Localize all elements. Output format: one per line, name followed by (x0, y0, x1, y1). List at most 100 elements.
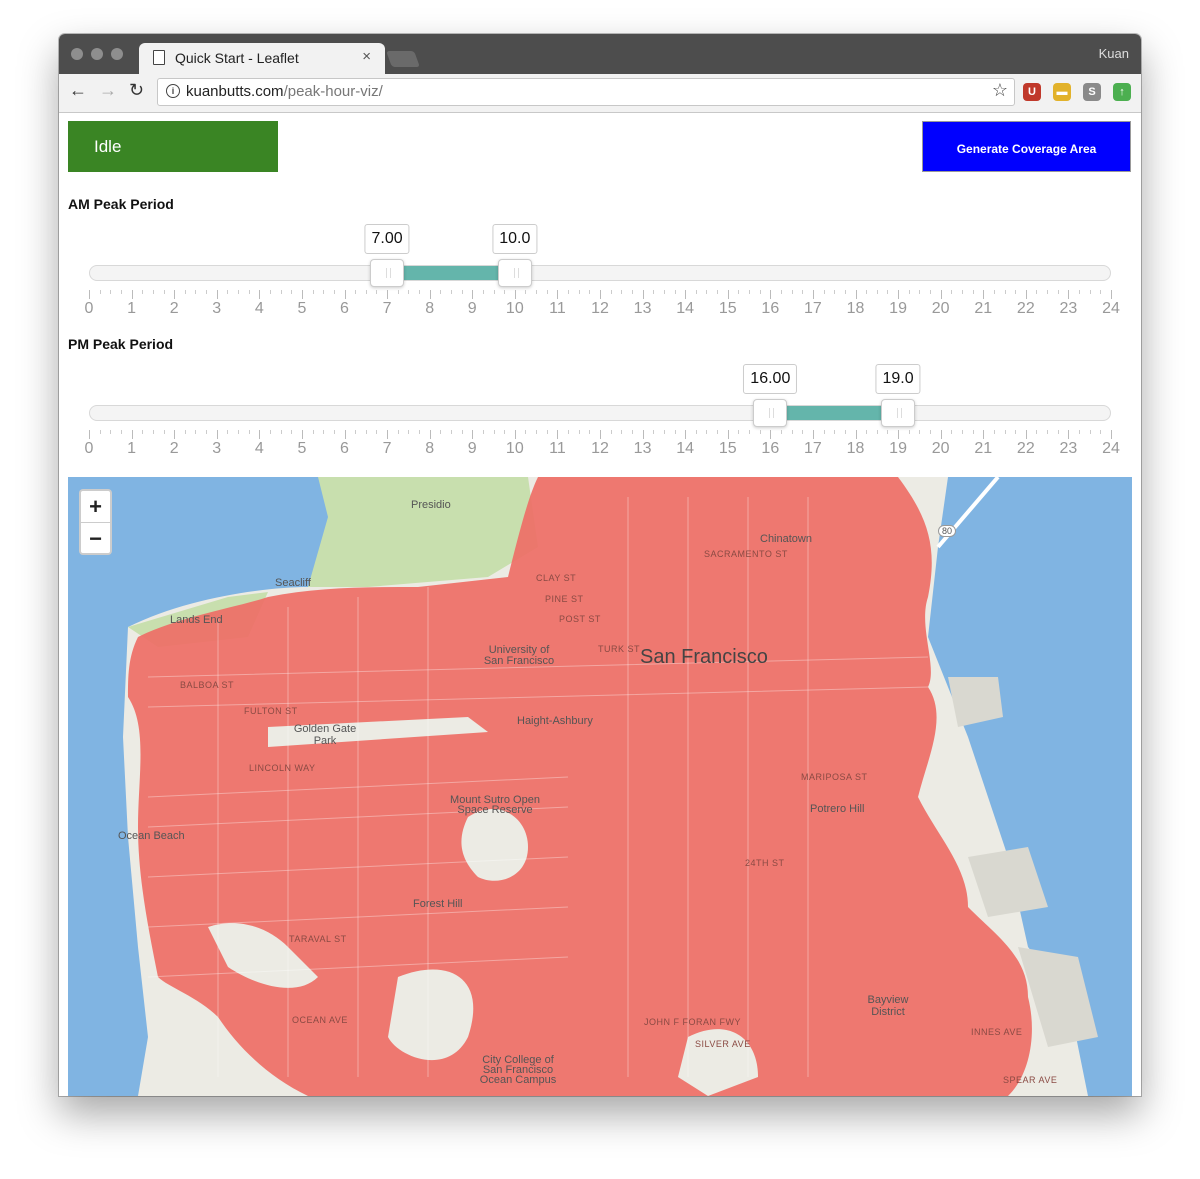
status-indicator: Idle (68, 121, 278, 172)
minor-tick (568, 290, 570, 294)
minor-tick (823, 290, 825, 294)
close-window-icon[interactable] (71, 48, 83, 60)
minor-tick (206, 290, 208, 294)
minor-tick (791, 290, 793, 294)
minor-tick (653, 290, 655, 294)
minor-tick (120, 430, 122, 434)
minor-tick (823, 430, 825, 434)
am-slider-track[interactable] (89, 265, 1111, 281)
minor-tick (408, 290, 410, 294)
am-to-handle[interactable] (497, 259, 532, 287)
back-icon[interactable]: ← (69, 80, 87, 101)
reload-icon[interactable]: ↻ (129, 80, 144, 101)
minor-tick (663, 290, 665, 294)
browser-tab[interactable]: Quick Start - Leaflet × (139, 43, 385, 74)
minor-tick (440, 430, 442, 434)
minor-tick (525, 430, 527, 434)
s-extension-icon[interactable]: S (1083, 83, 1101, 101)
minor-tick (930, 430, 932, 434)
tick-label: 12 (591, 440, 609, 457)
tick-label: 5 (297, 440, 307, 457)
generate-coverage-button[interactable]: Generate Coverage Area (922, 121, 1131, 172)
street-label: SILVER AVE (695, 1039, 751, 1049)
minor-tick (876, 430, 878, 434)
leaflet-map[interactable]: Presidio Chinatown Seacliff Lands End Un… (68, 477, 1132, 1096)
minor-tick (376, 290, 378, 294)
tick-label: 11 (549, 440, 566, 457)
minor-tick (1036, 430, 1038, 434)
pm-peak-slider[interactable]: 16.00 19.0 0 1 2 3 4 5 6 7 8 9 10 11 12 13 14 15 16 17 18 1… (85, 333, 1120, 457)
minor-tick (238, 430, 240, 434)
major-tick (898, 430, 900, 439)
minor-tick (961, 430, 963, 434)
coverage-gap-southwest (388, 969, 474, 1061)
minor-tick (695, 290, 697, 294)
tick-label: 0 (84, 300, 94, 317)
tab-close-icon[interactable]: × (362, 48, 371, 65)
minor-tick (504, 430, 506, 434)
minor-tick (163, 430, 165, 434)
pm-from-handle[interactable] (753, 399, 788, 427)
major-tick (855, 290, 857, 299)
pm-to-handle[interactable] (881, 399, 916, 427)
minor-tick (1004, 290, 1006, 294)
minimize-window-icon[interactable] (91, 48, 103, 60)
tick-label: 24 (1102, 440, 1120, 457)
highway-shield-icon: 80 (938, 525, 957, 537)
minor-tick (706, 290, 708, 294)
zoom-in-button[interactable]: + (81, 491, 110, 523)
upload-extension-icon[interactable]: ↑ (1113, 83, 1131, 101)
minor-tick (110, 430, 112, 434)
street-label: JOHN F FORAN FWY (644, 1017, 741, 1027)
tick-label: 14 (676, 300, 695, 317)
street-label: SPEAR AVE (1003, 1075, 1058, 1085)
major-tick (642, 290, 644, 299)
minor-tick (280, 430, 282, 434)
minor-tick (546, 290, 548, 294)
minor-tick (312, 290, 314, 294)
tick-label: 9 (467, 440, 477, 457)
url-text[interactable]: kuanbutts.com/peak-hour-viz/ (186, 83, 383, 100)
tick-label: 0 (84, 440, 94, 457)
minor-tick (1089, 430, 1091, 434)
place-label: Haight-Ashbury (517, 715, 593, 727)
tick-label: 6 (340, 440, 349, 457)
maximize-window-icon[interactable] (111, 48, 123, 60)
tick-label: 20 (931, 300, 950, 317)
profile-name[interactable]: Kuan (1099, 46, 1129, 61)
place-label: Mount Sutro Open Space Reserve (450, 794, 540, 816)
browser-titlebar: Quick Start - Leaflet × Kuan (59, 34, 1141, 74)
address-bar[interactable]: i kuanbutts.com/peak-hour-viz/ ☆ (157, 78, 1015, 106)
new-tab-button[interactable] (386, 51, 420, 67)
minor-tick (493, 290, 495, 294)
minor-tick (450, 430, 452, 434)
am-slider-range (387, 266, 515, 280)
pm-slider-track[interactable] (89, 405, 1111, 421)
info-icon[interactable]: i (166, 84, 180, 98)
minor-tick (376, 430, 378, 434)
major-tick (429, 290, 431, 299)
minor-tick (759, 290, 761, 294)
forward-icon[interactable]: → (99, 80, 117, 101)
minor-tick (1047, 290, 1049, 294)
bookmark-star-icon[interactable]: ☆ (992, 80, 1008, 101)
minor-tick (717, 290, 719, 294)
am-from-handle[interactable] (370, 259, 405, 287)
minor-tick (120, 290, 122, 294)
generate-coverage-label: Generate Coverage Area (956, 142, 1097, 156)
street-label: FULTON ST (244, 706, 298, 716)
map-base-layer (123, 477, 1098, 1096)
tick-label: 15 (718, 440, 737, 457)
major-tick (301, 430, 303, 439)
zoom-out-button[interactable]: − (81, 523, 110, 554)
minor-tick (951, 290, 953, 294)
major-tick (1025, 290, 1027, 299)
place-label: Bayview District (867, 994, 909, 1018)
am-peak-slider[interactable]: 7.00 10.0 0 1 2 3 4 5 6 7 8 9 10 11 12 13 14 15 16 17 18 19… (85, 193, 1120, 317)
tick-label: 14 (676, 440, 695, 457)
ublock-icon[interactable]: U (1023, 83, 1041, 101)
major-tick (983, 430, 985, 439)
tick-label: 2 (169, 300, 179, 317)
notes-extension-icon[interactable]: ▬ (1053, 83, 1071, 101)
tick-label: 4 (254, 300, 264, 317)
